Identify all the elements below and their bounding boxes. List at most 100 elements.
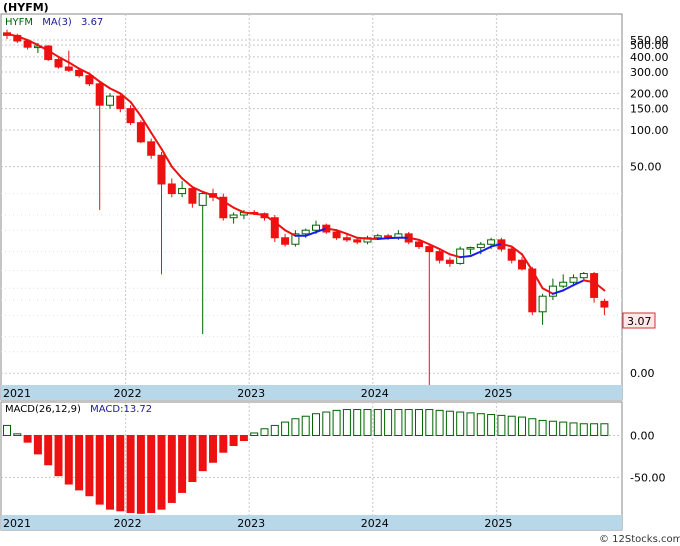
- candle-body: [466, 247, 475, 250]
- last-price-badge: 3.07: [627, 315, 652, 328]
- macd-bar: [538, 419, 547, 436]
- macd-bar: [291, 418, 300, 436]
- macd-bar: [425, 409, 434, 436]
- macd-bar: [157, 434, 166, 510]
- price-tick-label: 150.00: [630, 103, 669, 116]
- macd-bar: [301, 415, 310, 436]
- candle-body: [229, 214, 238, 219]
- legend-ma-value: 3.67: [81, 17, 103, 28]
- macd-bar: [312, 413, 320, 436]
- candle-body: [64, 66, 73, 71]
- macd-bar: [23, 434, 32, 443]
- year-label: 2024: [361, 387, 389, 400]
- macd-bar: [126, 434, 135, 513]
- macd-bar: [147, 434, 156, 513]
- candle-body: [487, 239, 496, 245]
- macd-bar: [219, 434, 228, 453]
- macd-bar: [198, 434, 207, 472]
- macd-bar: [487, 414, 496, 436]
- macd-bar: [260, 428, 269, 436]
- macd-bar: [507, 415, 516, 436]
- price-tick-label: 200.00: [630, 87, 669, 100]
- macd-bar: [579, 423, 588, 436]
- candle-body: [445, 259, 454, 264]
- macd-bar: [373, 409, 382, 436]
- macd-bar: [332, 409, 341, 436]
- candle-body: [157, 154, 166, 185]
- macd-year-band: [1, 515, 622, 530]
- macd-bar: [95, 434, 104, 505]
- macd-bar: [106, 434, 114, 510]
- candle-body: [301, 229, 310, 235]
- candle-body: [476, 243, 485, 249]
- legend-symbol: HYFM: [5, 17, 33, 28]
- candle-body: [507, 248, 516, 261]
- macd-bar: [497, 414, 506, 436]
- year-label: 2025: [484, 517, 512, 530]
- price-year-band: [1, 385, 622, 400]
- candle-body: [435, 251, 444, 261]
- candle-body: [332, 231, 341, 239]
- stock-chart: 550.00500.00400.00300.00200.00150.00100.…: [0, 1, 680, 545]
- candle-body: [353, 239, 362, 243]
- year-label: 2022: [114, 517, 142, 530]
- macd-bar: [136, 434, 145, 514]
- candle-body: [126, 108, 135, 124]
- macd-bar: [456, 411, 465, 436]
- legend-ma-label: MA(3): [42, 17, 72, 28]
- year-label: 2021: [3, 517, 31, 530]
- macd-bar: [44, 434, 53, 466]
- macd-bar: [281, 421, 290, 436]
- macd-bar: [548, 420, 557, 436]
- candle-body: [559, 281, 568, 287]
- macd-bar: [64, 434, 73, 485]
- macd-bar: [518, 416, 526, 436]
- macd-bar: [528, 418, 537, 436]
- macd-bar: [363, 409, 372, 436]
- macd-bar: [394, 409, 403, 436]
- macd-bar: [188, 434, 197, 483]
- macd-bar: [209, 434, 217, 463]
- candle-body: [188, 188, 197, 204]
- macd-bar: [33, 434, 42, 455]
- macd-bar: [476, 413, 485, 436]
- macd-legend-value: MACD:13.72: [90, 404, 152, 415]
- macd-axis: 0.00 -50.00: [630, 429, 665, 484]
- candle-body: [167, 183, 176, 195]
- candle-body: [590, 273, 599, 298]
- candle-body: [54, 59, 63, 68]
- macd-bar: [116, 434, 125, 512]
- macd-bar: [239, 434, 248, 442]
- year-label: 2024: [361, 517, 389, 530]
- price-tick-label: 400.00: [630, 51, 669, 64]
- price-tick-label: 100.00: [630, 124, 669, 137]
- macd-bar: [435, 409, 444, 436]
- candle-body: [373, 235, 382, 239]
- watermark: © 12Stocks.com: [599, 534, 680, 545]
- candle-body: [178, 188, 187, 195]
- candle-body: [136, 122, 145, 143]
- ticker-title: (HYFM): [3, 1, 49, 14]
- candle-body: [116, 95, 125, 110]
- macd-bar: [559, 421, 568, 436]
- ma-segment: [253, 212, 266, 217]
- candle-body: [95, 83, 104, 106]
- macd-bar: [3, 424, 11, 436]
- price-tick-label: 50.00: [630, 161, 662, 174]
- macd-bar: [85, 434, 94, 497]
- macd-bar: [445, 410, 454, 436]
- candle-body: [415, 241, 423, 248]
- price-tick-label: 300.00: [630, 66, 669, 79]
- candle-body: [106, 95, 114, 106]
- candle-body: [147, 141, 156, 156]
- macd-bar: [178, 434, 187, 493]
- macd-bar: [342, 409, 351, 436]
- candle-body: [518, 259, 526, 270]
- macd-tick-label: 0.00: [630, 429, 655, 442]
- ma-segment: [356, 236, 369, 240]
- macd-bar: [250, 432, 259, 436]
- year-label: 2023: [237, 387, 265, 400]
- macd-legend-label: MACD(26,12,9): [5, 404, 81, 415]
- candle-body: [342, 237, 351, 241]
- year-label: 2022: [114, 387, 142, 400]
